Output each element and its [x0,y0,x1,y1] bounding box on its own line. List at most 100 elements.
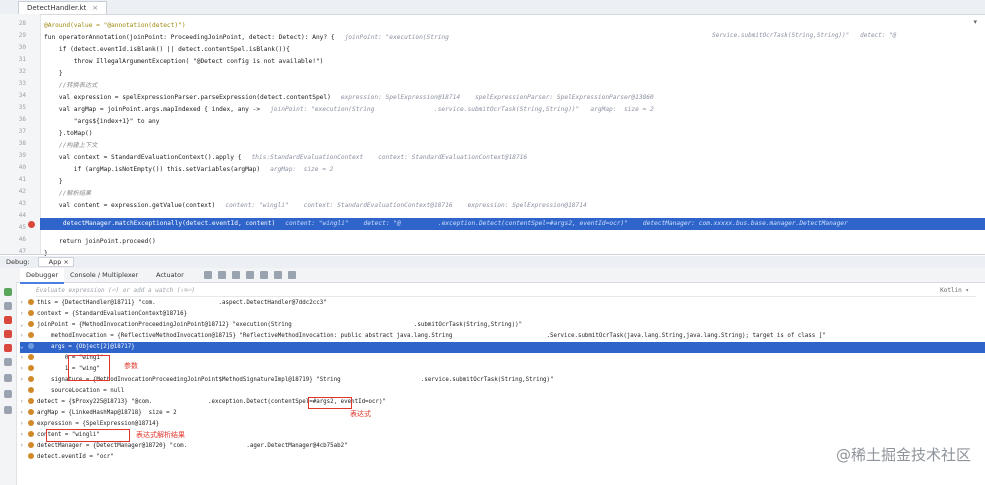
current-execution-line: detectManager.matchExceptionally(detect.… [40,218,985,230]
line-number: 30 [18,44,26,51]
settings-icon[interactable] [4,374,12,382]
drop-frame-icon[interactable] [260,271,268,279]
code-line: } [44,70,63,77]
code-line: @Around(value = "@annotation(detect)") [44,22,186,29]
line-number: 42 [18,188,26,195]
line-number: 37 [18,128,26,135]
chevron-right-icon[interactable]: › [20,397,28,408]
stop-icon[interactable] [4,316,12,324]
variable-type-icon [28,343,34,349]
editor-gutter: 28 29 30 31 32 33 34 35 36 37 38 39 40 41 42 43 44 45 46 47 [0,14,41,255]
variable-row[interactable]: ⌄ args = {Object[2]@18717} [20,342,985,353]
chevron-down-icon[interactable]: ⌄ [20,320,28,331]
variable-row[interactable]: › detect = {$Proxy225@18713} "@com. .exce… [20,397,985,408]
breakpoint-icon[interactable] [28,221,35,228]
pin-icon[interactable] [4,390,12,398]
variable-type-icon [28,332,34,338]
watermark: @稀土掘金技术社区 [835,446,971,464]
step-out-icon[interactable] [246,271,254,279]
variable-row[interactable]: › 0 = "wing1" [20,353,985,364]
debug-left-toolbar [0,282,17,485]
chevron-right-icon[interactable]: › [20,375,28,386]
tab-console[interactable]: Console / Multiplexer [64,268,144,282]
view-breakpoints-icon[interactable] [4,330,12,338]
chevron-right-icon[interactable]: › [20,441,28,452]
chevron-right-icon[interactable]: › [20,331,28,342]
editor-tab-bar: DetectHandler.kt × [0,0,985,15]
variable-row[interactable]: › this = {DetectHandler@18711} "com. .asp… [20,298,985,309]
search-icon[interactable] [4,406,12,414]
variable-type-icon [28,442,34,448]
chevron-right-icon[interactable]: › [20,298,28,309]
step-over-icon[interactable] [204,271,212,279]
mute-breakpoints-icon[interactable] [4,344,12,352]
code-line: val expression = spelExpressionParser.pa… [44,94,654,101]
line-number: 35 [18,104,26,111]
debug-session-tab[interactable]: App × [37,257,74,267]
expression-highlight-box [308,397,352,409]
evaluate-expression-input[interactable]: Evaluate expression (⏎) or add a watch (… [36,285,976,297]
evaluate-icon[interactable] [288,271,296,279]
variable-type-icon [28,420,34,426]
expression-annotation: 表达式 [350,410,371,418]
chevron-down-icon[interactable]: ⌄ [20,342,28,353]
code-line: //转换表达式 [44,82,98,89]
code-line: val argMap = joinPoint.args.mapIndexed {… [44,106,654,113]
chevron-right-icon[interactable] [20,386,28,397]
variable-text: argMap = {LinkedHashMap@18718} size = 2 [37,410,177,416]
step-into-icon[interactable] [218,271,226,279]
variable-text: joinPoint = {MethodInvocationProceedingJ… [37,322,523,328]
debug-title: Debug: [6,258,30,266]
force-step-into-icon[interactable] [232,271,240,279]
result-annotation: 表达式解析结果 [136,431,185,439]
variable-text: detectManager = {DetectManager@18720} "c… [37,443,348,449]
line-number: 46 [18,236,26,243]
code-line: return joinPoint.proceed() [44,238,156,245]
code-line: //解析结果 [44,190,92,197]
variable-type-icon [28,431,34,437]
variable-row[interactable]: › expression = {SpelExpression@18714} [20,419,985,430]
variable-type-icon [28,453,34,459]
variable-row[interactable]: ⌄ joinPoint = {MethodInvocationProceeding… [20,320,985,331]
variable-row[interactable]: › argMap = {LinkedHashMap@18718} size = 2 [20,408,985,419]
line-number: 31 [18,56,26,63]
divider [0,254,985,255]
chevron-right-icon[interactable]: › [20,309,28,320]
editor-tab[interactable]: DetectHandler.kt × [18,1,108,14]
line-number: 28 [18,20,26,27]
variable-type-icon [28,354,34,360]
tab-debugger[interactable]: Debugger [20,268,65,284]
chevron-right-icon[interactable]: › [20,364,28,375]
line-number: 41 [18,176,26,183]
line-number: 38 [18,140,26,147]
variable-type-icon [28,376,34,382]
chevron-right-icon[interactable]: › [20,419,28,430]
chevron-right-icon[interactable] [20,452,28,463]
line-number: 32 [18,68,26,75]
variable-text: expression = {SpelExpression@18714} [37,421,160,427]
variable-row[interactable]: sourceLocation = null [20,386,985,397]
language-selector[interactable]: Kotlin ▾ [940,285,969,296]
close-icon[interactable]: × [92,4,98,12]
variable-row[interactable]: › context = {StandardEvaluationContext@18… [20,309,985,320]
variable-type-icon [28,365,34,371]
pause-icon[interactable] [4,302,12,310]
code-line: val context = StandardEvaluationContext(… [44,154,528,161]
resume-icon[interactable] [4,288,12,296]
code-line-current: detectManager.matchExceptionally(detect.… [48,220,848,227]
run-to-cursor-icon[interactable] [274,271,282,279]
chevron-right-icon[interactable]: › [20,353,28,364]
variable-type-icon [28,299,34,305]
chevron-right-icon[interactable]: › [20,430,28,441]
variables-tree: › this = {DetectHandler@18711} "com. .asp… [20,298,985,468]
camera-icon[interactable] [4,358,12,366]
variable-row[interactable]: › methodInvocation = {ReflectiveMethodIn… [20,331,985,342]
variable-row[interactable]: › 1 = "wing" [20,364,985,375]
line-number: 36 [18,116,26,123]
variable-row[interactable]: › signature = {MethodInvocationProceedin… [20,375,985,386]
line-number: 34 [18,92,26,99]
variable-type-icon [28,387,34,393]
tab-actuator[interactable]: Actuator [150,268,190,282]
chevron-right-icon[interactable]: › [20,408,28,419]
debug-tabs: Debugger Console / Multiplexer Actuator [0,268,985,284]
